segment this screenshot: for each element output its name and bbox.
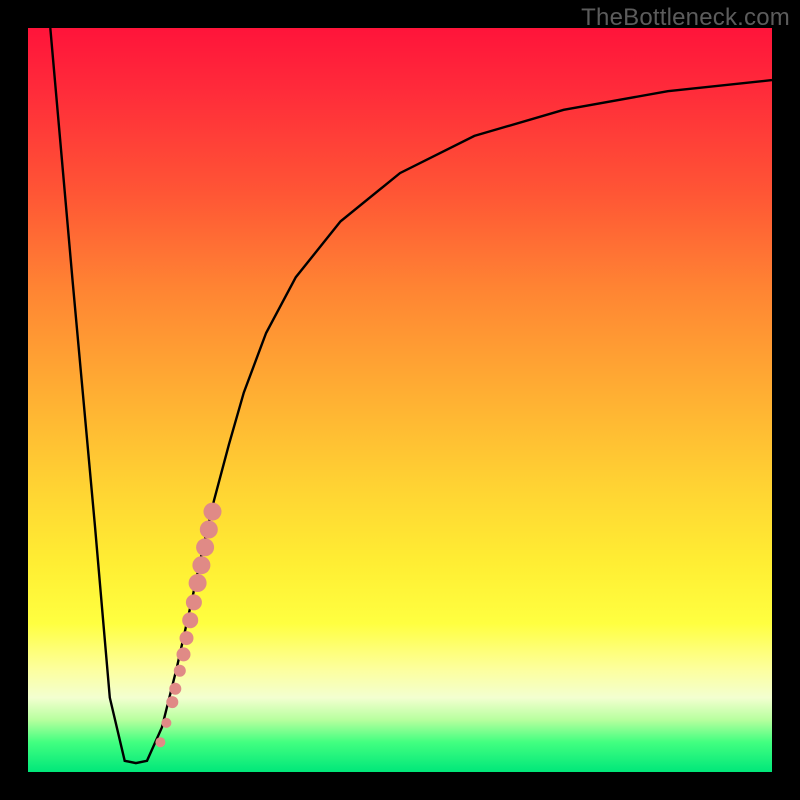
highlight-dot xyxy=(161,718,171,728)
highlight-dot xyxy=(200,521,218,539)
bottleneck-curve xyxy=(50,28,772,763)
highlight-dot xyxy=(180,631,194,645)
highlight-dot xyxy=(155,737,165,747)
chart-frame: TheBottleneck.com xyxy=(0,0,800,800)
highlight-dot xyxy=(177,647,191,661)
highlight-dot xyxy=(169,683,181,695)
highlight-dot xyxy=(166,696,178,708)
highlight-dot xyxy=(186,594,202,610)
highlight-dot xyxy=(196,538,214,556)
highlight-dot xyxy=(174,665,186,677)
plot-area xyxy=(28,28,772,772)
highlight-dot xyxy=(182,612,198,628)
highlight-dot xyxy=(204,503,222,521)
chart-svg xyxy=(28,28,772,772)
watermark-text: TheBottleneck.com xyxy=(581,4,790,32)
highlight-dot xyxy=(192,556,210,574)
highlight-dot xyxy=(189,574,207,592)
